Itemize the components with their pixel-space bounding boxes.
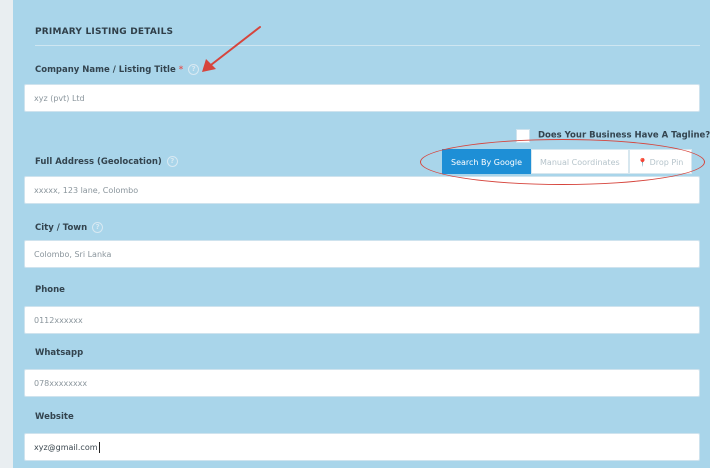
address-label-text: Full Address (Geolocation) (35, 157, 162, 167)
phone-input[interactable]: 0112xxxxxx (24, 306, 700, 334)
required-mark: * (178, 65, 184, 75)
tab-manual-coordinates[interactable]: Manual Coordinates (531, 149, 629, 174)
website-input[interactable]: xyz@gmail.com (24, 433, 700, 461)
help-icon[interactable]: ? (188, 64, 200, 75)
left-border-strip (0, 0, 13, 468)
section-title: PRIMARY LISTING DETAILS (35, 27, 174, 37)
whatsapp-label: Whatsapp (35, 348, 84, 358)
city-label-text: City / Town (35, 223, 88, 233)
text-caret (98, 442, 100, 453)
whatsapp-input[interactable]: 078xxxxxxxx (24, 369, 700, 397)
website-input-value: xyz@gmail.com (34, 443, 98, 452)
phone-label: Phone (35, 285, 65, 295)
tab-search-by-google[interactable]: Search By Google (442, 149, 532, 174)
address-input[interactable]: xxxxx, 123 lane, Colombo (24, 176, 700, 204)
tab-drop-pin-label: Drop Pin (649, 158, 684, 167)
tagline-option: Does Your Business Have A Tagline? (516, 125, 710, 144)
help-icon[interactable]: ? (92, 222, 104, 233)
tagline-checkbox[interactable] (516, 128, 530, 143)
tab-drop-pin[interactable]: 📍 Drop Pin (628, 149, 693, 174)
company-name-label-text: Company Name / Listing Title (35, 65, 176, 75)
city-input[interactable]: Colombo, Sri Lanka (24, 240, 700, 268)
geolocation-tabs: Search By Google Manual Coordinates 📍 Dro… (442, 149, 693, 174)
map-pin-icon: 📍 (637, 158, 648, 167)
address-label: Full Address (Geolocation)? (35, 156, 178, 167)
company-name-input[interactable]: xyz (pvt) Ltd (24, 84, 700, 112)
website-label: Website (35, 412, 74, 422)
tagline-label: Does Your Business Have A Tagline? (538, 130, 710, 141)
city-label: City / Town? (35, 222, 104, 233)
section-divider (35, 45, 700, 46)
help-icon[interactable]: ? (166, 156, 178, 167)
company-name-label: Company Name / Listing Title *? (35, 64, 200, 75)
